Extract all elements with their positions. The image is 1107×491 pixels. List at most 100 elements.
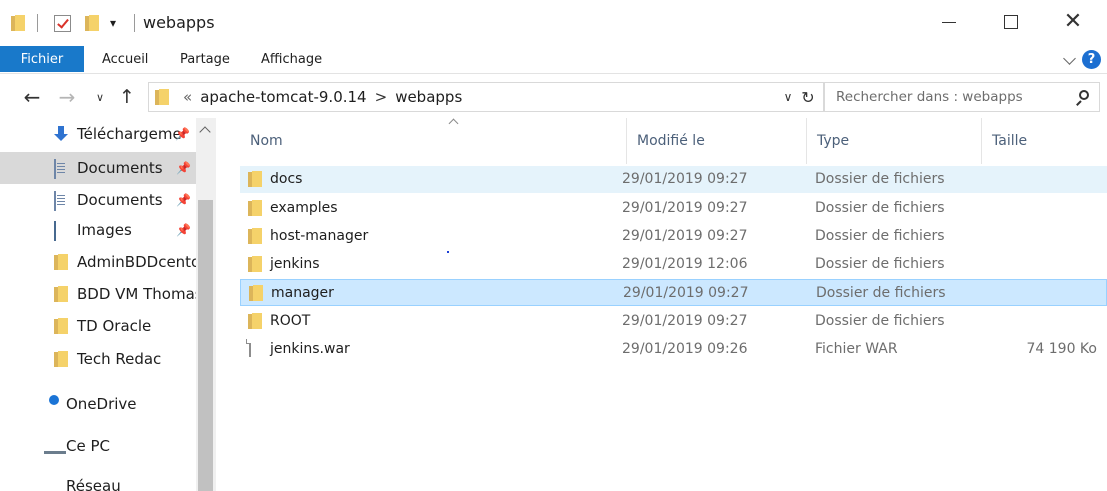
tab-home[interactable]: Accueil <box>102 46 148 72</box>
nav-item-adminbddcento[interactable]: AdminBDDcento <box>0 246 196 278</box>
up-button[interactable]: ↑ <box>117 84 137 110</box>
chevron-down-icon: ∨ <box>95 90 105 104</box>
column-header-size[interactable]: Taille <box>981 118 1107 164</box>
table-row[interactable]: jenkins 29/01/2019 12:06 Dossier de fich… <box>240 251 1107 278</box>
navigation-scrollbar[interactable] <box>196 118 216 491</box>
minimize-button[interactable] <box>926 0 972 44</box>
file-name: manager <box>271 285 334 301</box>
maximize-button[interactable] <box>988 0 1034 44</box>
file-size: 74 190 Ko <box>1026 341 1098 357</box>
table-row[interactable]: ROOT 29/01/2019 09:27 Dossier de fichier… <box>240 308 1107 335</box>
tab-file[interactable]: Fichier <box>0 46 84 72</box>
pin-icon[interactable]: 📌 <box>176 223 191 237</box>
address-row: ← → ∨ ↑ « apache-tomcat-9.0.14 > webapps… <box>0 76 1107 118</box>
file-type: Dossier de fichiers <box>815 200 945 216</box>
nav-item-label: TD Oracle <box>77 317 152 335</box>
close-button[interactable]: ✕ <box>1050 0 1096 44</box>
table-row[interactable]: manager 29/01/2019 09:27 Dossier de fich… <box>240 279 1107 306</box>
nav-item-tech-redac[interactable]: Tech Redac <box>0 343 196 375</box>
pin-icon[interactable]: 📌 <box>176 161 191 175</box>
file-type: Dossier de fichiers <box>816 285 946 301</box>
images-icon <box>54 221 56 241</box>
address-bar[interactable]: « apache-tomcat-9.0.14 > webapps ∨ ↻ <box>148 82 824 112</box>
file-modified: 29/01/2019 09:26 <box>622 341 748 357</box>
folder-icon <box>54 351 68 367</box>
file-modified: 29/01/2019 09:27 <box>622 313 748 329</box>
refresh-icon[interactable]: ↻ <box>799 86 817 108</box>
table-row[interactable]: docs 29/01/2019 09:27 Dossier de fichier… <box>240 166 1107 193</box>
search-box[interactable] <box>824 82 1100 112</box>
pin-icon[interactable]: 📌 <box>175 127 190 141</box>
search-input[interactable] <box>836 89 1066 105</box>
pin-icon[interactable]: 📌 <box>176 193 191 207</box>
close-icon: ✕ <box>1063 9 1083 34</box>
column-header-type[interactable]: Type <box>806 118 981 164</box>
back-button[interactable]: ← <box>20 84 44 110</box>
file-modified: 29/01/2019 09:27 <box>623 285 749 301</box>
nav-item-label: OneDrive <box>66 395 137 413</box>
file-modified: 29/01/2019 09:27 <box>622 171 748 187</box>
folder-icon <box>248 171 262 187</box>
nav-item-downloads[interactable]: Téléchargeme 📌 <box>0 118 196 150</box>
customize-quick-access-button[interactable]: ▾ <box>110 12 116 34</box>
file-name: host-manager <box>270 228 369 244</box>
file-type: Dossier de fichiers <box>815 313 945 329</box>
nav-item-documents[interactable]: Documents 📌 <box>0 152 196 184</box>
file-modified: 29/01/2019 09:27 <box>622 200 748 216</box>
table-row[interactable]: host-manager 29/01/2019 09:27 Dossier de… <box>240 223 1107 250</box>
file-name: examples <box>270 200 338 216</box>
forward-button[interactable]: → <box>55 84 79 110</box>
search-icon[interactable] <box>1075 90 1089 106</box>
window-folder-icon <box>11 12 25 34</box>
file-name: jenkins <box>270 256 320 272</box>
nav-item-network[interactable]: Réseau <box>0 470 196 491</box>
sort-ascending-icon <box>448 118 459 129</box>
help-icon[interactable]: ? <box>1082 50 1101 69</box>
nav-item-td-oracle[interactable]: TD Oracle <box>0 310 196 342</box>
scroll-up-icon[interactable] <box>199 126 211 138</box>
breadcrumb-apache-tomcat[interactable]: apache-tomcat-9.0.14 <box>200 88 366 106</box>
column-header-modified[interactable]: Modifié le <box>626 118 806 164</box>
table-row[interactable]: jenkins.war 29/01/2019 09:26 Fichier WAR… <box>240 336 1107 363</box>
cursor-speck <box>447 251 449 253</box>
breadcrumb-separator[interactable]: > <box>375 88 388 106</box>
table-row[interactable]: examples 29/01/2019 09:27 Dossier de fic… <box>240 195 1107 222</box>
file-icon <box>249 339 251 357</box>
folder-icon <box>54 286 68 302</box>
folder-icon <box>54 254 68 270</box>
file-list: Nom Modifié le Type Taille docs 29/01/20… <box>216 118 1107 491</box>
documents-icon <box>54 159 56 179</box>
file-type: Fichier WAR <box>815 341 898 357</box>
file-name: jenkins.war <box>270 341 350 357</box>
scrollbar-thumb[interactable] <box>198 200 213 491</box>
up-arrow-icon: ↑ <box>119 86 135 108</box>
properties-icon[interactable] <box>54 12 71 34</box>
nav-item-onedrive[interactable]: OneDrive <box>0 388 196 420</box>
tab-share[interactable]: Partage <box>180 46 230 72</box>
tab-view[interactable]: Affichage <box>261 46 322 72</box>
minimize-icon <box>942 21 956 23</box>
nav-item-label: Images <box>77 221 132 239</box>
nav-item-this-pc[interactable]: Ce PC <box>0 430 196 462</box>
file-name: ROOT <box>270 313 311 329</box>
nav-item-label: Téléchargeme <box>77 125 182 143</box>
nav-item-label: BDD VM Thomas <box>77 285 196 303</box>
breadcrumb-overflow[interactable]: « <box>183 88 192 106</box>
nav-item-label: Documents <box>77 159 163 177</box>
nav-item-label: Tech Redac <box>77 350 162 368</box>
forward-arrow-icon: → <box>58 85 76 109</box>
nav-item-images[interactable]: Images 📌 <box>0 214 196 246</box>
breadcrumb-webapps[interactable]: webapps <box>395 88 462 106</box>
expand-ribbon-icon[interactable] <box>1063 52 1076 65</box>
new-folder-icon[interactable] <box>85 12 99 34</box>
address-folder-icon <box>155 89 169 105</box>
title-separator <box>134 12 135 34</box>
column-header-name[interactable]: Nom <box>240 118 626 164</box>
address-history-dropdown-icon[interactable]: ∨ <box>781 89 795 105</box>
nav-item-documents-2[interactable]: Documents 📌 <box>0 184 196 216</box>
folder-icon <box>248 228 262 244</box>
nav-item-bdd-vm-thomas[interactable]: BDD VM Thomas <box>0 278 196 310</box>
title-bar: ▾ webapps ✕ <box>0 0 1107 44</box>
recent-locations-button[interactable]: ∨ <box>93 84 107 110</box>
folder-icon <box>249 285 263 301</box>
